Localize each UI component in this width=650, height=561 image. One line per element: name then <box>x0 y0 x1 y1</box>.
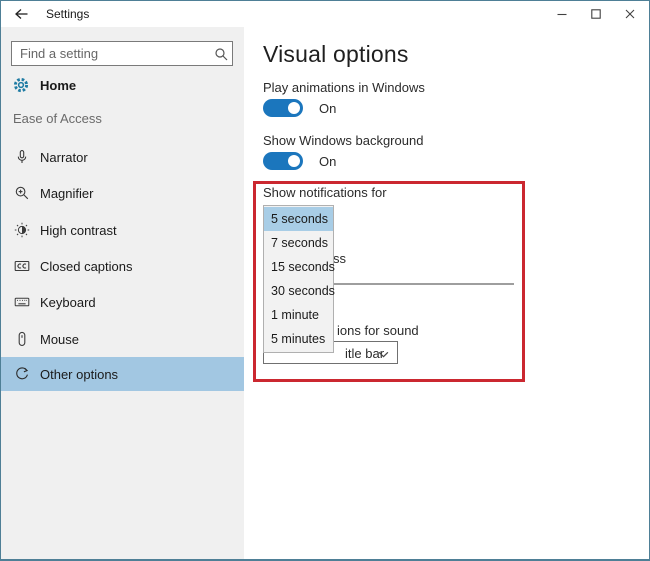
sidebar-item-mouse[interactable]: Mouse <box>1 321 244 357</box>
sidebar-item-magnifier[interactable]: Magnifier <box>1 175 244 211</box>
toggle-knob <box>288 155 300 167</box>
gear-icon <box>12 76 38 94</box>
arrow-left-icon <box>13 6 31 22</box>
microphone-icon <box>14 149 38 165</box>
magnifier-plus-icon <box>14 185 38 201</box>
settings-window: Settings Find a setting Home Ease of Acc… <box>0 0 650 561</box>
sound-notifications-label-fragment: ions for sound <box>337 323 419 338</box>
close-icon <box>625 9 635 19</box>
dropdown-option-5-seconds[interactable]: 5 seconds <box>264 207 333 231</box>
back-button[interactable] <box>13 6 31 22</box>
circular-arrow-icon <box>14 366 38 382</box>
sidebar: Home Ease of Access Narrator Ma <box>1 27 244 559</box>
home-label: Home <box>40 77 77 93</box>
maximize-icon <box>591 9 601 19</box>
toggle-row-background: On <box>263 152 336 170</box>
sidebar-item-label: Other options <box>40 366 119 382</box>
toggle-state-label: On <box>319 153 337 169</box>
dropdown-option-30-seconds[interactable]: 30 seconds <box>264 279 335 303</box>
toggle-label-background: Show Windows background <box>263 133 424 148</box>
keyboard-icon <box>14 294 38 310</box>
sidebar-item-closed-captions[interactable]: Closed captions <box>1 248 244 284</box>
maximize-button[interactable] <box>579 1 613 27</box>
search-icon[interactable] <box>210 47 232 61</box>
sidebar-item-label: High contrast <box>40 222 117 238</box>
cursor-thickness-label-fragment: ss <box>333 251 346 266</box>
sidebar-item-label: Narrator <box>40 149 88 165</box>
window-title: Settings <box>46 7 90 21</box>
close-button[interactable] <box>613 1 647 27</box>
mouse-icon <box>14 331 38 347</box>
toggle-label-animations: Play animations in Windows <box>263 80 425 95</box>
dropdown-option-7-seconds[interactable]: 7 seconds <box>264 231 333 255</box>
animations-toggle[interactable] <box>263 99 303 117</box>
search-box <box>11 41 233 66</box>
notifications-duration-dropdown: 5 seconds 7 seconds 15 seconds 30 second… <box>263 205 335 353</box>
cc-box-icon <box>14 258 38 274</box>
notifications-dropdown-label: Show notifications for <box>263 185 387 200</box>
dropdown-option-1-minute[interactable]: 1 minute <box>264 303 333 327</box>
sidebar-item-label: Closed captions <box>40 258 133 274</box>
chevron-down-icon <box>378 351 389 358</box>
sun-contrast-icon <box>14 222 38 238</box>
minimize-icon <box>557 9 567 19</box>
minimize-button[interactable] <box>545 1 579 27</box>
window-controls <box>545 1 647 27</box>
background-toggle[interactable] <box>263 152 303 170</box>
dropdown-option-15-seconds[interactable]: 15 seconds <box>264 255 335 279</box>
sidebar-item-keyboard[interactable]: Keyboard <box>1 284 244 320</box>
dropdown-option-5-minutes[interactable]: 5 minutes <box>264 327 333 351</box>
sidebar-item-narrator[interactable]: Narrator <box>1 139 244 175</box>
main-panel: Visual options Play animations in Window… <box>244 27 649 559</box>
toggle-row-animations: On <box>263 99 336 117</box>
sidebar-item-home[interactable]: Home <box>1 71 244 99</box>
cursor-thickness-slider[interactable] <box>334 283 514 285</box>
sidebar-item-other-options[interactable]: Other options <box>1 357 244 391</box>
search-input[interactable] <box>12 46 210 61</box>
sidebar-section-label: Ease of Access <box>13 111 102 126</box>
titlebar: Settings <box>1 1 649 27</box>
sidebar-item-label: Mouse <box>40 331 80 347</box>
sidebar-item-label: Keyboard <box>40 294 96 310</box>
sidebar-item-label: Magnifier <box>40 185 94 201</box>
toggle-state-label: On <box>319 100 337 116</box>
page-title: Visual options <box>263 41 409 67</box>
toggle-knob <box>288 102 300 114</box>
sidebar-item-high-contrast[interactable]: High contrast <box>1 212 244 248</box>
